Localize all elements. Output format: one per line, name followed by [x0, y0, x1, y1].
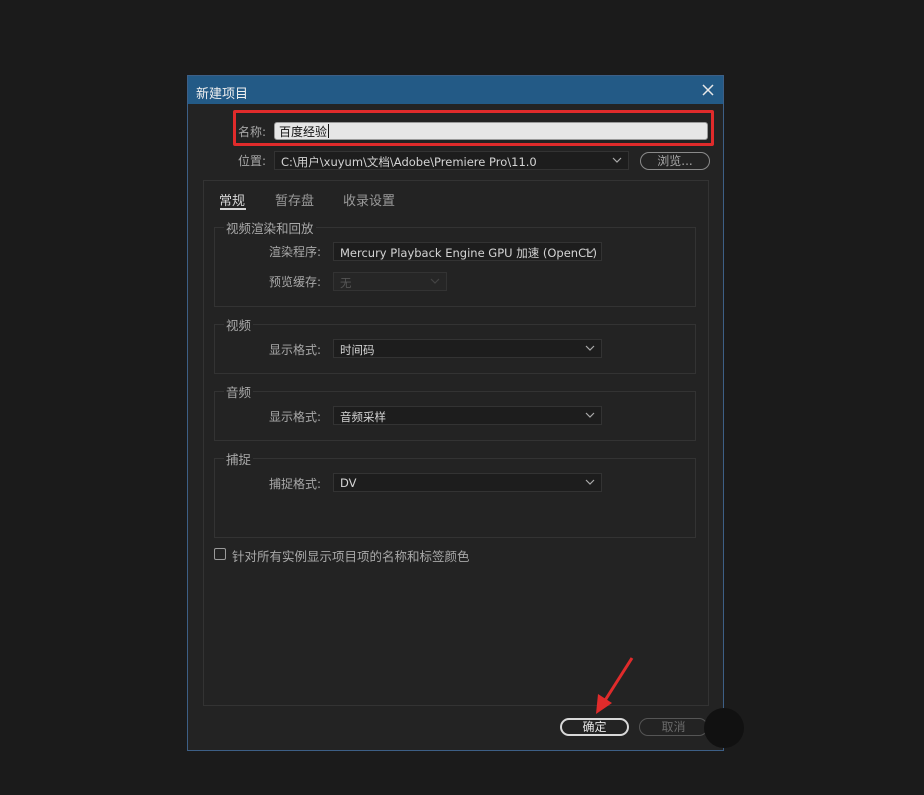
ok-button[interactable]: 确定	[560, 718, 629, 736]
cursor-blob	[704, 708, 744, 748]
tab-ingest-settings[interactable]: 收录设置	[343, 190, 395, 209]
video-group: 视频 显示格式: 时间码	[214, 315, 696, 374]
close-button[interactable]	[698, 80, 718, 100]
audio-group: 音频 显示格式: 音频采样	[214, 382, 696, 441]
close-icon	[702, 84, 714, 96]
preview-cache-label: 预览缓存:	[269, 275, 322, 289]
video-rendering-title: 视频渲染和回放	[224, 218, 316, 237]
video-rendering-group: 视频渲染和回放 渲染程序: Mercury Playback Engine GP…	[214, 218, 696, 307]
location-value: C:\用户\xuyum\文档\Adobe\Premiere Pro\11.0	[281, 155, 537, 169]
renderer-label: 渲染程序:	[269, 245, 322, 259]
cancel-button[interactable]: 取消	[639, 718, 708, 736]
capture-format-value: DV	[340, 476, 357, 490]
capture-title: 捕捉	[224, 449, 254, 468]
tab-scratch-disks[interactable]: 暂存盘	[275, 190, 314, 209]
audio-display-format-value: 音频采样	[340, 410, 386, 424]
text-caret	[328, 124, 329, 138]
settings-tab-panel: 常规 暂存盘 收录设置 视频渲染和回放 渲染程序: Mercury Playba…	[203, 180, 709, 706]
video-display-format-value: 时间码	[340, 343, 375, 357]
tab-general[interactable]: 常规	[219, 190, 245, 209]
dialog-title: 新建项目	[196, 87, 249, 102]
show-label-color-label: 针对所有实例显示项目项的名称和标签颜色	[232, 549, 470, 564]
location-select[interactable]: C:\用户\xuyum\文档\Adobe\Premiere Pro\11.0	[274, 151, 629, 170]
location-label: 位置:	[238, 154, 267, 168]
renderer-select[interactable]: Mercury Playback Engine GPU 加速 (OpenCL)	[333, 242, 602, 261]
renderer-value: Mercury Playback Engine GPU 加速 (OpenCL)	[340, 246, 598, 260]
capture-group: 捕捉 捕捉格式: DV	[214, 449, 696, 538]
chevron-down-icon	[585, 479, 595, 485]
chevron-down-icon	[612, 157, 622, 163]
annotation-arrow-icon	[596, 657, 634, 714]
audio-title: 音频	[224, 382, 254, 401]
browse-button[interactable]: 浏览...	[640, 152, 710, 170]
chevron-down-icon	[585, 412, 595, 418]
show-label-color-checkbox[interactable]	[214, 548, 226, 560]
dialog-titlebar: 新建项目	[188, 76, 723, 104]
name-label: 名称:	[238, 125, 267, 139]
project-name-input[interactable]	[274, 122, 708, 140]
video-display-format-label: 显示格式:	[269, 343, 322, 357]
chevron-down-icon	[585, 248, 595, 254]
preview-cache-value: 无	[340, 276, 352, 290]
chevron-down-icon	[430, 278, 440, 284]
preview-cache-select: 无	[333, 272, 447, 291]
audio-display-format-label: 显示格式:	[269, 410, 322, 424]
new-project-dialog: 新建项目 名称: 位置: C:\用户\xuyum\文档\Adobe\Premie…	[187, 75, 744, 751]
capture-format-label: 捕捉格式:	[269, 477, 322, 491]
audio-display-format-select[interactable]: 音频采样	[333, 406, 602, 425]
video-title: 视频	[224, 315, 254, 334]
chevron-down-icon	[585, 345, 595, 351]
video-display-format-select[interactable]: 时间码	[333, 339, 602, 358]
capture-format-select[interactable]: DV	[333, 473, 602, 492]
active-tab-underline	[220, 208, 246, 210]
